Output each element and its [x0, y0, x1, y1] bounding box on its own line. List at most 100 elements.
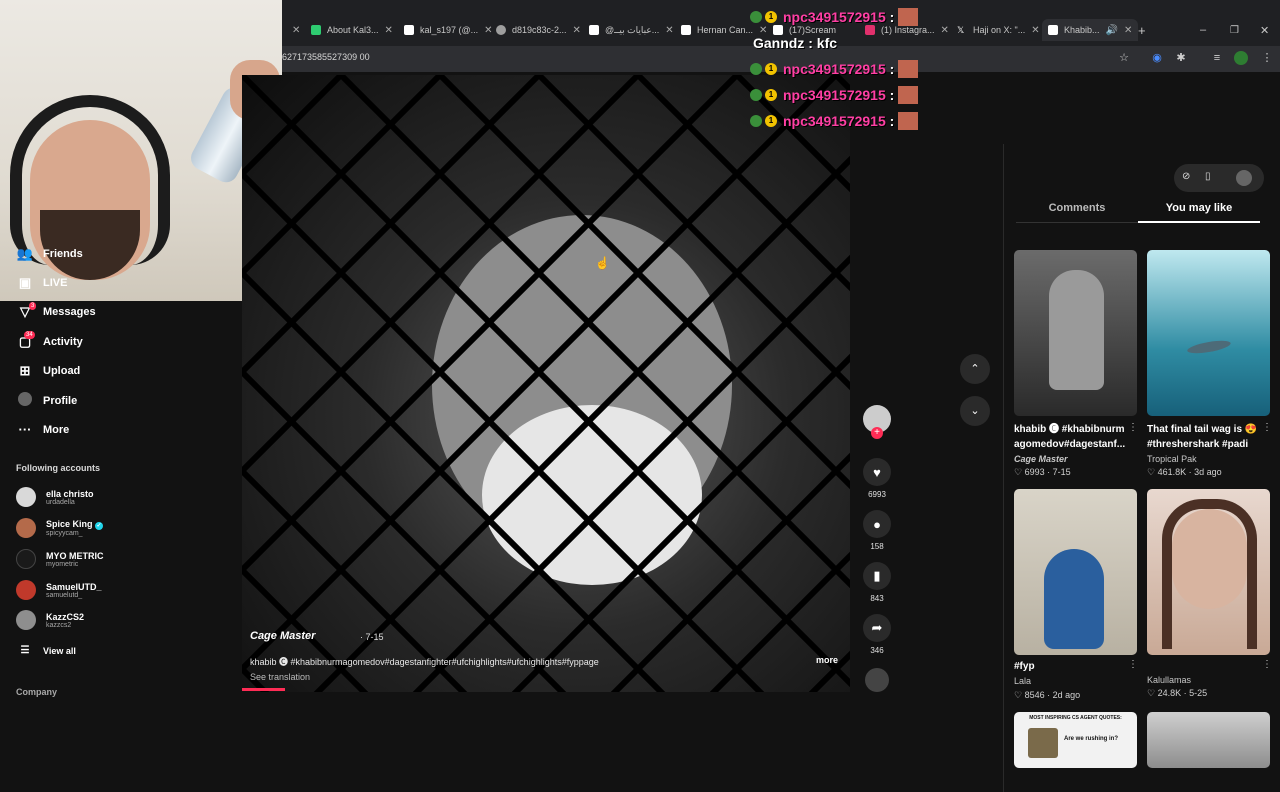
user-avatar-icon[interactable]: [1236, 170, 1252, 186]
video-card-thumbnail[interactable]: [1014, 489, 1137, 655]
close-icon[interactable]: ✕: [385, 25, 393, 36]
card-likes: 24.8K: [1157, 688, 1182, 698]
card-menu-icon[interactable]: ⋮: [1128, 659, 1138, 670]
speaker-icon[interactable]: 🔊: [1106, 25, 1118, 36]
video-progress-bar[interactable]: [242, 688, 285, 691]
sidebar-item-messages[interactable]: ▽ Messages: [16, 304, 96, 320]
save-button[interactable]: ▮ 843: [862, 562, 892, 603]
video-card-thumbnail[interactable]: MOST INSPIRING CS AGENT QUOTES: Are we r…: [1014, 712, 1137, 768]
tab-1[interactable]: kal_s197 (@... ✕: [404, 19, 493, 41]
sidebar-item-friends[interactable]: 👥 Friends: [16, 246, 83, 262]
minimize-button[interactable]: –: [1200, 19, 1206, 41]
close-icon[interactable]: ✕: [1124, 25, 1132, 36]
following-account[interactable]: MYO METRIC myometric: [16, 549, 104, 569]
close-icon[interactable]: ✕: [573, 25, 581, 36]
like-button[interactable]: ♥ 6993: [862, 458, 892, 499]
following-account[interactable]: ella christo urdadella: [16, 487, 94, 507]
tab-2[interactable]: d819c83c-2... ✕: [496, 19, 581, 41]
heart-outline-icon: ♡: [1014, 467, 1023, 477]
card-menu-icon[interactable]: ⋮: [1128, 422, 1138, 433]
phone-icon[interactable]: ▯: [1205, 171, 1211, 182]
following-account[interactable]: Spice King ✓ spicyycam_: [16, 518, 104, 538]
compass-icon[interactable]: ⊘: [1182, 171, 1190, 182]
tiktok-icon: [1048, 25, 1058, 35]
url-text[interactable]: 627173585527309 00: [282, 52, 370, 62]
video-author[interactable]: Cage Master: [250, 630, 315, 642]
nav-label: Friends: [43, 248, 83, 260]
see-translation-link[interactable]: See translation: [250, 672, 310, 682]
video-card-thumbnail[interactable]: [1147, 712, 1270, 768]
video-card-title[interactable]: #fyp: [1014, 659, 1132, 674]
company-link[interactable]: Company: [16, 687, 57, 697]
avatar: [16, 518, 36, 538]
video-card-author[interactable]: Lala: [1014, 676, 1031, 686]
video-card-thumbnail[interactable]: [1147, 250, 1270, 416]
sidebar-item-more[interactable]: ··· More: [16, 422, 70, 437]
share-count: 346: [870, 646, 884, 655]
video-card-title[interactable]: That final tail wag is 😍 #threshershark …: [1147, 422, 1265, 452]
chat-separator: :: [889, 9, 895, 25]
card-likes: 461.8K: [1157, 467, 1187, 477]
card-date: 3d ago: [1194, 467, 1222, 477]
sidebar-item-upload[interactable]: ⊞ Upload: [16, 363, 81, 379]
avatar: [16, 549, 36, 569]
tab-7[interactable]: 𝕏 Haji on X: "... ✕: [957, 19, 1040, 41]
nav-label: More: [43, 423, 70, 436]
video-card-author[interactable]: Tropical Pak: [1147, 454, 1197, 464]
close-icon[interactable]: ✕: [1031, 25, 1039, 36]
tab-0[interactable]: About Kal3... ✕: [311, 19, 393, 41]
video-card-author[interactable]: Kalullamas: [1147, 675, 1191, 685]
upload-icon: ⊞: [19, 363, 31, 378]
chat-user: npc3491572915: [783, 113, 886, 129]
video-player[interactable]: Cage Master · 7-15 khabib 🅒 #khabibnurma…: [242, 75, 850, 692]
author-avatar-button[interactable]: +: [862, 405, 892, 439]
sidebar-item-profile[interactable]: Profile: [16, 392, 77, 409]
more-link[interactable]: more: [816, 655, 838, 665]
share-button[interactable]: ➦ 346: [862, 614, 892, 655]
follow-plus-icon[interactable]: +: [871, 427, 883, 439]
video-card-author[interactable]: Cage Master: [1014, 454, 1068, 464]
close-icon[interactable]: ✕: [665, 25, 673, 36]
tab-you-may-like[interactable]: You may like: [1138, 202, 1260, 214]
heart-outline-icon: ♡: [1147, 467, 1156, 477]
account-handle: kazzcs2: [46, 621, 72, 629]
extension-icon[interactable]: ◉: [1150, 51, 1164, 65]
new-tab-button[interactable]: +: [1138, 19, 1146, 41]
tab-label: Haji on X: "...: [973, 25, 1026, 35]
video-card-meta: ♡ 8546 · 2d ago: [1014, 690, 1081, 700]
card-menu-icon[interactable]: ⋮: [1262, 659, 1272, 670]
following-account[interactable]: SamuelUTD_ samuelutd_: [16, 580, 102, 600]
tiktok-icon: [773, 25, 783, 35]
tab-8-active[interactable]: Khabib... 🔊 ✕: [1042, 19, 1139, 41]
puzzle-icon[interactable]: ✱: [1174, 51, 1188, 65]
media-control-icon[interactable]: ≡: [1210, 51, 1224, 65]
profile-avatar-icon[interactable]: [1234, 51, 1248, 65]
video-card-meta: ♡ 461.8K · 3d ago: [1147, 467, 1222, 477]
card-menu-icon[interactable]: ⋮: [1262, 422, 1272, 433]
window-close-button[interactable]: ✕: [1260, 19, 1269, 41]
following-account[interactable]: KazzCS2 kazzcs2: [16, 610, 84, 630]
close-icon[interactable]: ✕: [941, 25, 949, 36]
tab-close-icon[interactable]: ✕: [286, 19, 300, 41]
tab-3[interactable]: @عبايات بيــ... ✕: [589, 19, 674, 41]
chat-emote-icon: [898, 8, 919, 26]
maximize-button[interactable]: ❐: [1230, 19, 1239, 41]
previous-video-button[interactable]: ⌃: [960, 354, 990, 384]
menu-kebab-icon[interactable]: ⋮: [1260, 51, 1274, 65]
video-card-thumbnail[interactable]: [1147, 489, 1270, 655]
close-icon[interactable]: ✕: [759, 25, 767, 36]
star-icon[interactable]: ☆: [1117, 51, 1131, 65]
tab-label: d819c83c-2...: [512, 25, 567, 35]
video-card-title[interactable]: khabib 🅒 #khabibnurm agomedov#dagestanf.…: [1014, 422, 1132, 452]
close-icon[interactable]: ✕: [484, 25, 492, 36]
chat-badge-icon: [750, 63, 762, 75]
next-video-button[interactable]: ⌄: [960, 396, 990, 426]
comment-button[interactable]: ● 158: [862, 510, 892, 551]
video-card-thumbnail[interactable]: [1014, 250, 1137, 416]
card-date: 2d ago: [1052, 690, 1081, 700]
chat-user: npc3491572915: [783, 61, 886, 77]
tab-comments[interactable]: Comments: [1016, 202, 1138, 214]
view-all-link[interactable]: ☰ View all: [16, 645, 76, 656]
sound-disc-button[interactable]: [862, 668, 892, 692]
sidebar-item-live[interactable]: ▣ LIVE: [16, 275, 68, 291]
